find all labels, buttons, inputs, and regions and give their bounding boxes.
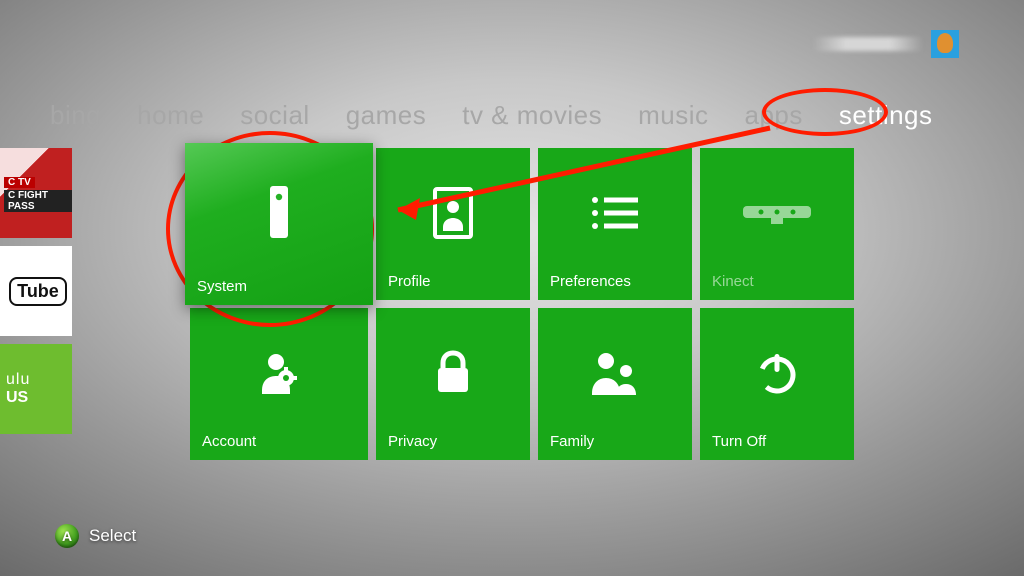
- tile-preferences[interactable]: Preferences: [538, 148, 692, 300]
- nav-settings[interactable]: settings: [839, 100, 933, 131]
- tile-label: System: [197, 278, 361, 295]
- family-icon: [588, 349, 642, 401]
- edge-label: C TV: [4, 177, 35, 188]
- edge-tile-youtube[interactable]: Tube: [0, 246, 72, 336]
- list-icon: [590, 195, 640, 235]
- tile-account[interactable]: Account: [190, 308, 368, 460]
- tile-privacy[interactable]: Privacy: [376, 308, 530, 460]
- tile-label: Turn Off: [712, 433, 842, 450]
- edge-tile-ufc[interactable]: C TV C FIGHT PASS: [0, 148, 72, 238]
- gamertag-name-blur: [813, 37, 923, 51]
- nav-games[interactable]: games: [346, 100, 427, 131]
- nav-social[interactable]: social: [240, 100, 309, 131]
- tile-kinect[interactable]: Kinect: [700, 148, 854, 300]
- nav-tv-movies[interactable]: tv & movies: [462, 100, 602, 131]
- top-nav: bing home social games tv & movies music…: [50, 100, 933, 131]
- avatar: [931, 30, 959, 58]
- tile-label: Profile: [388, 273, 518, 290]
- edge-label: Tube: [9, 277, 67, 306]
- gamertag-area[interactable]: [813, 30, 959, 58]
- tile-profile[interactable]: Profile: [376, 148, 530, 300]
- nav-music[interactable]: music: [638, 100, 708, 131]
- nav-bing[interactable]: bing: [50, 100, 101, 131]
- edge-label: C FIGHT PASS: [4, 190, 72, 212]
- nav-apps[interactable]: apps: [745, 100, 803, 131]
- tile-label: Family: [550, 433, 680, 450]
- tile-label: Privacy: [388, 433, 518, 450]
- button-hint: A Select: [55, 524, 136, 548]
- edge-label: ulu: [6, 371, 30, 389]
- hint-text: Select: [89, 526, 136, 546]
- settings-tile-grid: System Profile Preferences: [190, 148, 854, 460]
- tile-family[interactable]: Family: [538, 308, 692, 460]
- previous-blade-edge: C TV C FIGHT PASS Tube ulu US: [0, 148, 72, 434]
- a-button-icon: A: [55, 524, 79, 548]
- power-icon: [754, 350, 800, 400]
- tile-system[interactable]: System: [185, 143, 373, 305]
- account-gear-icon: [254, 348, 304, 402]
- nav-home[interactable]: home: [137, 100, 204, 131]
- tile-label: Account: [202, 433, 356, 450]
- profile-icon: [431, 187, 475, 243]
- edge-tile-hulu[interactable]: ulu US: [0, 344, 72, 434]
- tile-turn-off[interactable]: Turn Off: [700, 308, 854, 460]
- tile-label: Kinect: [712, 273, 842, 290]
- edge-label: US: [6, 389, 28, 407]
- tile-label: Preferences: [550, 273, 680, 290]
- console-icon: [266, 184, 292, 244]
- lock-icon: [433, 350, 473, 400]
- kinect-icon: [741, 200, 813, 230]
